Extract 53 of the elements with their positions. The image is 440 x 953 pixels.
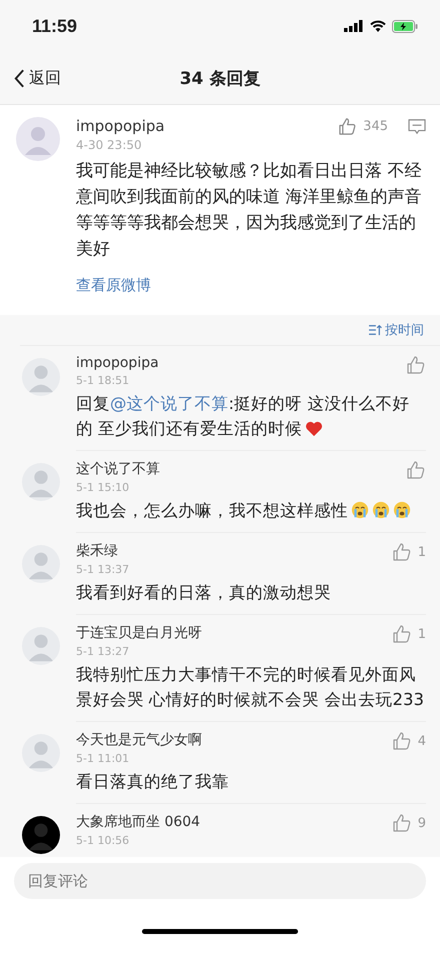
comment-text: 回复@这个说了不算:挺好的呀 这没什么不好的 至少我们还有爱生活的时候 (76, 393, 410, 440)
avatar (22, 627, 60, 665)
view-original-link[interactable]: 查看原微博 (76, 276, 151, 295)
timestamp: 5-1 18:51 (76, 374, 130, 387)
timestamp: 5-1 11:01 (76, 752, 130, 765)
username[interactable]: impopopipa (76, 355, 406, 371)
comment-text: 看日落真的绝了我靠 (76, 771, 230, 793)
page-title: 34 条回复 (180, 68, 260, 90)
username[interactable]: 于连宝贝是白月光呀 (76, 624, 392, 642)
avatar (22, 358, 60, 396)
comment-text: 我特别忙压力大事情干不完的时候看见外面风景好会哭 心情好的时候就不会哭 会出去玩233 (76, 664, 425, 711)
crying-face-icon (393, 501, 411, 519)
post-text: 我可能是神经比较敏感？比如看日出日落 不经意间吹到我面前的风的味道 海洋里鲸鱼的声音等等等等我都会想哭，因为我感觉到了生活的美好 (76, 160, 422, 261)
like-button[interactable] (406, 460, 426, 480)
avatar (22, 816, 60, 854)
crying-face-icon (351, 501, 369, 519)
crying-face-icon (372, 501, 390, 519)
comment-icon[interactable] (408, 119, 426, 135)
like-button[interactable] (406, 355, 426, 375)
avatar (22, 545, 60, 583)
sort-button[interactable]: 按时间 (368, 321, 424, 339)
timestamp: 5-1 13:37 (76, 563, 130, 576)
comment-text: 我看到好看的日落，真的激动想哭 (76, 582, 332, 604)
comment-text: 我也会，怎么办嘛，我不想这样感性 (76, 498, 426, 523)
heart-icon (305, 421, 324, 437)
avatar (22, 734, 60, 772)
thumbs-up-icon (392, 542, 412, 562)
avatar (22, 463, 60, 501)
chevron-left-icon (14, 68, 25, 88)
thumbs-up-icon (392, 624, 412, 644)
username[interactable]: 这个说了不算 (76, 460, 406, 478)
mention-link[interactable]: @这个说了不算 (110, 394, 228, 413)
timestamp: 5-1 13:27 (76, 645, 130, 658)
battery-icon (392, 20, 418, 32)
thumbs-up-icon (406, 355, 426, 375)
sort-icon (368, 324, 382, 336)
timestamp: 5-1 15:10 (76, 481, 130, 494)
username[interactable]: 今天也是元气少女啊 (76, 731, 392, 749)
thumbs-up-icon (392, 813, 412, 833)
wifi-icon (370, 20, 386, 32)
timestamp: 4-30 23:50 (76, 138, 143, 152)
thumbs-up-icon (338, 117, 358, 136)
timestamp: 5-1 10:56 (76, 834, 130, 847)
thumbs-up-icon (392, 731, 412, 751)
reply-field[interactable]: 回复评论 (14, 863, 426, 899)
avatar (16, 117, 60, 161)
username[interactable]: impopopipa (76, 117, 338, 135)
username[interactable]: 柴禾绿 (76, 542, 392, 560)
back-button[interactable]: 返回 (0, 68, 61, 88)
username[interactable]: 大象席地而坐 0604 (76, 813, 392, 831)
thumbs-up-icon (406, 460, 426, 480)
status-time: 11:59 (32, 16, 78, 36)
signal-icon (344, 20, 364, 32)
